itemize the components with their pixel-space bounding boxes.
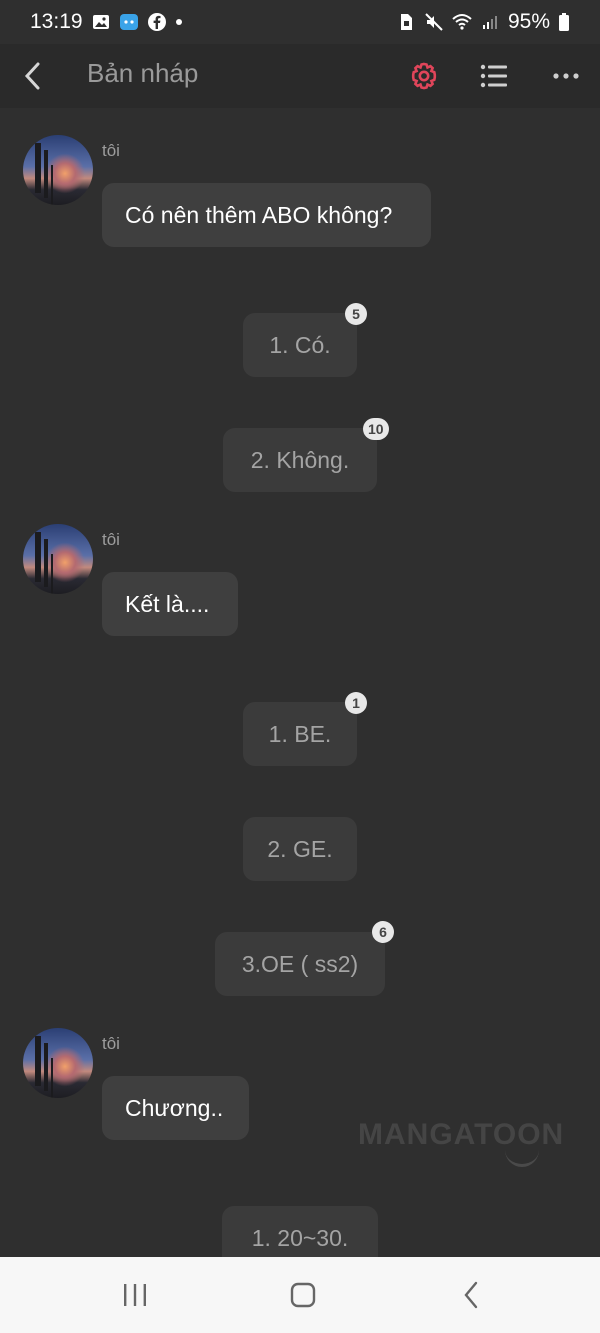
choice-option[interactable]: 1. Có. (243, 313, 357, 377)
system-back-button[interactable] (441, 1275, 501, 1315)
battery-icon (559, 13, 569, 31)
status-left: 13:19 (30, 10, 183, 34)
chapter-list-button[interactable] (474, 56, 514, 96)
sim-icon (400, 14, 412, 30)
choice-option[interactable]: 3.OE ( ss2) (215, 932, 385, 996)
facebook-icon (147, 13, 166, 31)
gear-icon (411, 62, 437, 90)
message-bubble: Có nên thêm ABO không? (102, 183, 431, 247)
wifi-icon (452, 14, 472, 30)
sender-name: tôi (102, 530, 120, 549)
choice-count-badge: 6 (372, 921, 394, 943)
gallery-icon (92, 15, 109, 29)
message-bubble: Kết là.... (102, 572, 238, 636)
choice-option[interactable]: 2. GE. (243, 817, 357, 881)
recent-apps-button[interactable] (105, 1275, 165, 1315)
choice-option[interactable]: 2. Không. (223, 428, 377, 492)
status-time: 13:19 (30, 10, 83, 33)
status-right: 95% (396, 10, 570, 34)
signal-icon (482, 16, 497, 29)
sender-name: tôi (102, 1034, 120, 1053)
message-bubble: Chương.. (102, 1076, 249, 1140)
system-nav-bar (0, 1257, 600, 1333)
app-header: Bản nháp (0, 44, 600, 108)
mute-icon (425, 13, 443, 31)
dot-icon (175, 19, 182, 25)
messenger-bot-icon (119, 14, 138, 30)
back-button[interactable] (12, 54, 52, 98)
more-horizontal-icon (553, 73, 579, 79)
more-options-button[interactable] (544, 56, 588, 96)
avatar[interactable] (23, 1028, 93, 1098)
choice-count-badge: 5 (345, 303, 367, 325)
home-button[interactable] (273, 1275, 333, 1315)
choice-count-badge: 10 (363, 418, 389, 440)
page-title: Bản nháp (87, 58, 199, 88)
battery-level: 95% (507, 10, 550, 33)
watermark-smile (505, 1150, 539, 1167)
watermark-logo: MANGATOON (358, 1118, 565, 1151)
status-bar: 13:19 95% (0, 0, 600, 44)
avatar[interactable] (23, 524, 93, 594)
avatar[interactable] (23, 135, 93, 205)
recent-apps-icon (124, 1284, 146, 1306)
back-icon (464, 1281, 478, 1309)
settings-button[interactable] (404, 56, 444, 96)
list-icon (480, 64, 507, 88)
choice-option[interactable]: 1. BE. (243, 702, 357, 766)
choice-count-badge: 1 (345, 692, 367, 714)
home-icon (290, 1282, 316, 1308)
chevron-left-icon (24, 62, 40, 90)
sender-name: tôi (102, 141, 120, 160)
